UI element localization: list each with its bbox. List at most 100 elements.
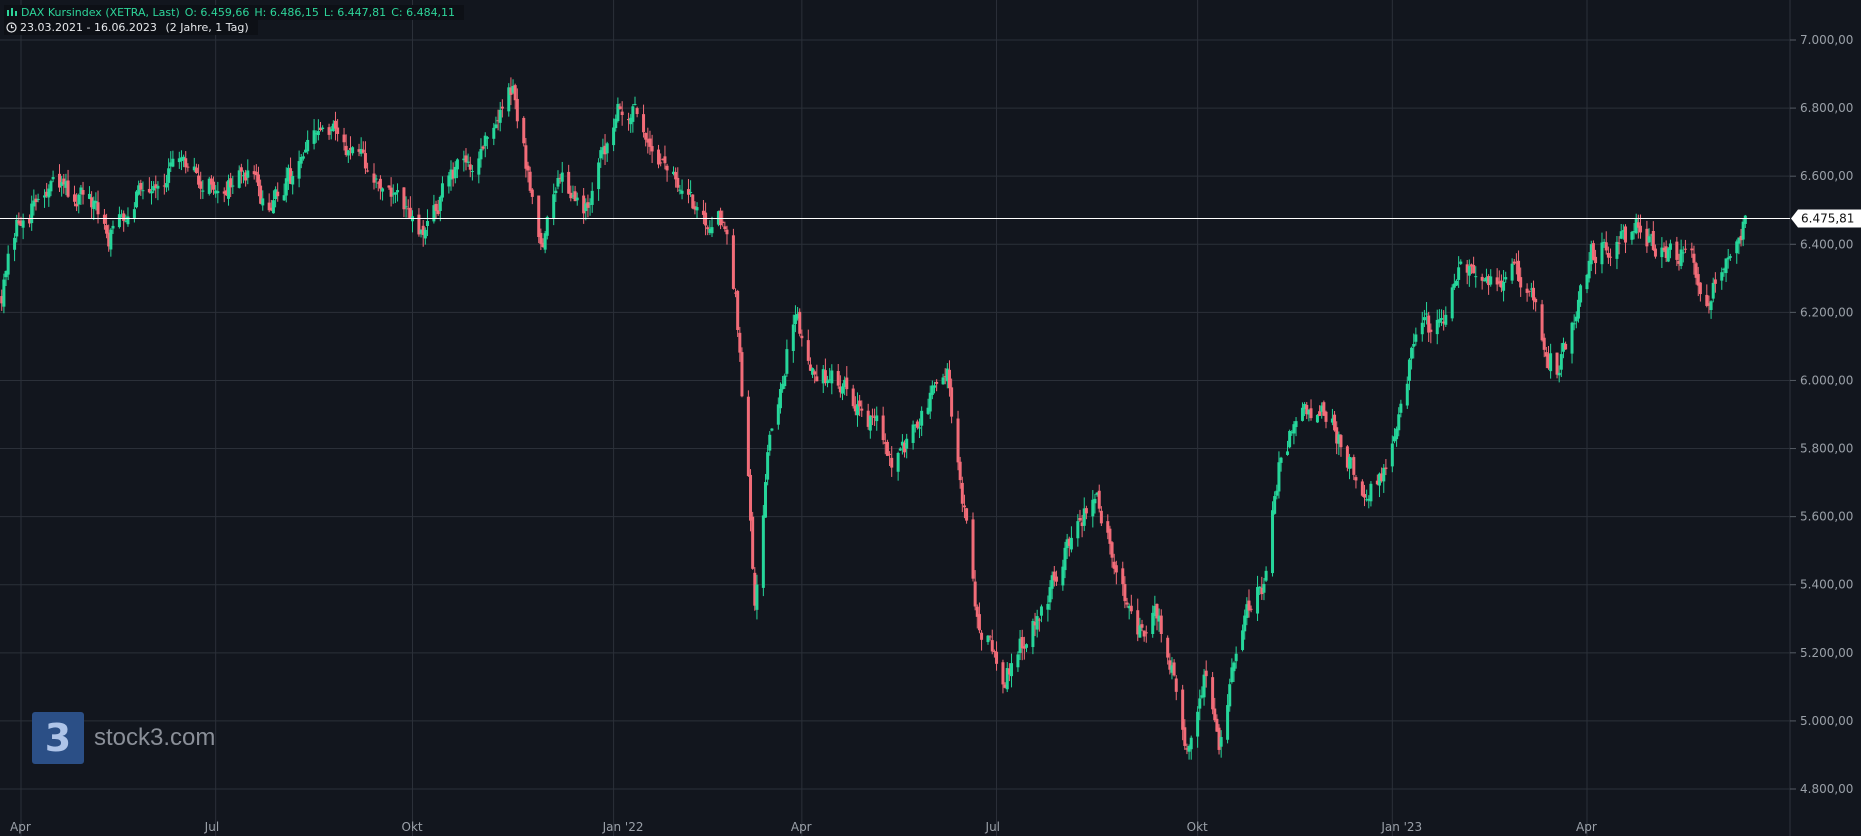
- candle-body: [990, 640, 994, 652]
- candle: [631, 103, 635, 133]
- candle-body: [524, 145, 528, 169]
- candle-body: [1159, 615, 1163, 635]
- candle-body: [522, 117, 526, 144]
- candle: [798, 308, 802, 337]
- candle-body: [77, 194, 81, 205]
- y-tick-label: 7.000,00: [1800, 33, 1853, 47]
- candle: [980, 630, 984, 651]
- candle: [1069, 526, 1073, 553]
- candle-body: [1527, 290, 1531, 292]
- candle: [1609, 248, 1613, 267]
- candle-body: [1480, 276, 1484, 281]
- candle-body: [201, 190, 205, 192]
- candle-body: [552, 194, 556, 219]
- candle: [560, 161, 564, 193]
- candle: [1504, 271, 1508, 283]
- candle: [633, 96, 637, 106]
- candle-body: [111, 225, 115, 229]
- candle-body: [1076, 521, 1080, 539]
- candle-body: [890, 457, 894, 468]
- candle: [81, 181, 85, 205]
- candle-body: [1339, 435, 1343, 448]
- candle: [1459, 259, 1463, 265]
- candle-body: [731, 235, 735, 289]
- candle: [1414, 327, 1418, 346]
- candle: [1495, 268, 1499, 292]
- candle: [372, 163, 376, 190]
- candle: [657, 144, 661, 169]
- candle-body: [1668, 243, 1672, 250]
- candle-body: [1675, 241, 1679, 260]
- candle: [1005, 662, 1009, 693]
- candle-body: [1198, 698, 1202, 709]
- candle-body: [239, 167, 243, 172]
- candle-body: [374, 178, 378, 180]
- candle-body: [2, 279, 6, 307]
- candle-body: [117, 214, 121, 228]
- candle-body: [1037, 619, 1041, 621]
- candle: [1035, 609, 1039, 638]
- candle-body: [1576, 299, 1580, 319]
- candle: [1683, 239, 1687, 254]
- candle-body: [1422, 317, 1426, 321]
- candle-body: [455, 159, 459, 170]
- candle-body: [1352, 457, 1356, 475]
- candle: [836, 364, 840, 389]
- candle-body: [479, 149, 483, 160]
- candle-body: [704, 212, 708, 226]
- candle-body: [297, 161, 301, 179]
- candle-body: [1410, 347, 1414, 359]
- candle: [393, 192, 397, 204]
- candle: [1525, 283, 1529, 302]
- candle-body: [216, 191, 220, 194]
- candle: [686, 179, 690, 204]
- candle-body: [738, 332, 742, 353]
- candle: [77, 193, 81, 214]
- candle-body: [918, 427, 922, 429]
- candle: [216, 181, 220, 204]
- candle-body: [346, 150, 350, 156]
- candle: [87, 186, 91, 200]
- candle-body: [1172, 662, 1176, 676]
- y-tick-label: 5.600,00: [1800, 510, 1853, 524]
- candle-body: [171, 158, 175, 167]
- candle-body: [881, 415, 885, 441]
- candle: [1256, 575, 1260, 621]
- candle-body: [363, 153, 367, 169]
- candle-body: [312, 130, 316, 144]
- candle-body: [378, 178, 382, 189]
- candle-body: [1181, 689, 1185, 730]
- candle-body: [870, 415, 874, 417]
- candle-body: [1024, 644, 1028, 648]
- candle-body: [586, 202, 590, 208]
- candle: [1262, 577, 1266, 601]
- candle-body: [212, 181, 216, 190]
- period: (2 Jahre, 1 Tag): [165, 21, 249, 34]
- candle-body: [1666, 248, 1670, 262]
- candle-body: [1204, 670, 1208, 677]
- candle-body: [1318, 411, 1322, 416]
- candle-body: [695, 207, 699, 211]
- candle: [1354, 475, 1358, 489]
- candle-body: [526, 165, 530, 171]
- candle: [58, 164, 62, 192]
- candle: [171, 150, 175, 168]
- candle-body: [139, 182, 143, 190]
- candle-body: [736, 290, 740, 330]
- candle-body: [1016, 654, 1020, 668]
- candle-body: [261, 198, 265, 206]
- watermark: 3 stock3.com: [32, 712, 215, 764]
- candle-body: [971, 519, 975, 579]
- candle: [868, 415, 872, 439]
- current-price-label: 6.475,81: [1801, 211, 1854, 225]
- candle: [483, 132, 487, 158]
- date-range: 23.03.2021 - 16.06.2023: [20, 21, 157, 34]
- candlestick-chart[interactable]: 4.800,00 5.000,00 5.200,00 5.400,00 5.600,00…: [0, 0, 1861, 836]
- candle: [1615, 235, 1619, 270]
- candle: [806, 329, 810, 365]
- open-value: O: 6.459,66: [184, 6, 250, 19]
- candle-body: [1039, 606, 1043, 616]
- candle-body: [1653, 248, 1657, 257]
- candle-body: [393, 192, 397, 195]
- candle: [1600, 232, 1604, 274]
